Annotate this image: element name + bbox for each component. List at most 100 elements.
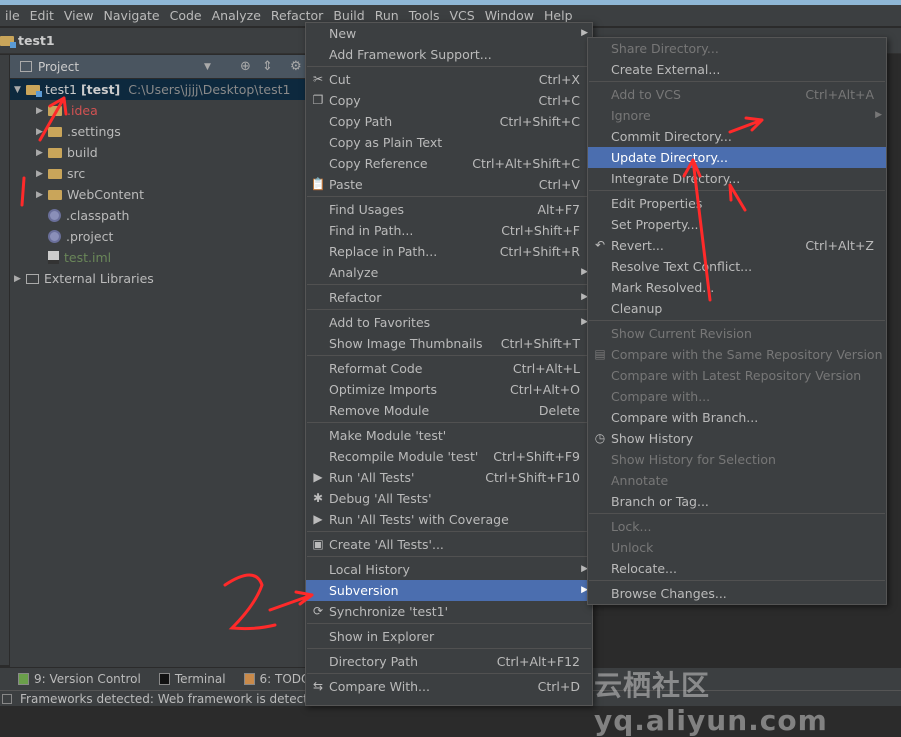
menu-item-recompile-module-test[interactable]: Recompile Module 'test' Ctrl+Shift+F9 <box>306 446 592 467</box>
tree-item[interactable]: ▶ .idea <box>10 100 305 121</box>
menu-ile[interactable]: ile <box>0 8 25 23</box>
status-message[interactable]: Frameworks detected: Web framework is de… <box>20 692 323 706</box>
menu-item-edit-properties[interactable]: Edit Properties <box>588 193 886 214</box>
menu-item-unlock[interactable]: Unlock <box>588 537 886 558</box>
menu-item-copy[interactable]: ❐ Copy Ctrl+C <box>306 90 592 111</box>
menu-item-commit-directory[interactable]: Commit Directory... <box>588 126 886 147</box>
menu-item-cut[interactable]: ✂ Cut Ctrl+X <box>306 69 592 90</box>
menu-item-update-directory[interactable]: Update Directory... <box>588 147 886 168</box>
tree-item[interactable]: ▶ External Libraries <box>10 268 305 289</box>
menu-analyze[interactable]: Analyze <box>207 8 266 23</box>
left-tool-strip[interactable] <box>0 55 10 665</box>
menu-item-refactor[interactable]: Refactor ▶ <box>306 287 592 308</box>
menu-item-show-history[interactable]: ◷ Show History <box>588 428 886 449</box>
menu-item-create-external[interactable]: Create External... <box>588 59 886 80</box>
menu-item-cleanup[interactable]: Cleanup <box>588 298 886 319</box>
tool-window-todo[interactable]: 6: TODO <box>243 672 310 686</box>
menu-item-add-to-vcs[interactable]: Add to VCS Ctrl+Alt+A <box>588 84 886 105</box>
menu-item-compare-with-latest-repository-version[interactable]: Compare with Latest Repository Version <box>588 365 886 386</box>
tool-window-terminal[interactable]: Terminal <box>158 672 226 686</box>
menu-item-integrate-directory[interactable]: Integrate Directory... <box>588 168 886 189</box>
menu-item-find-usages[interactable]: Find Usages Alt+F7 <box>306 199 592 220</box>
collapse-arrow-icon[interactable]: ▶ <box>36 169 48 179</box>
collapse-icon[interactable]: ⇕ <box>262 59 273 74</box>
breadcrumb-item[interactable]: test1 <box>18 33 55 48</box>
menu-item-lock[interactable]: Lock... <box>588 516 886 537</box>
menu-item-ignore[interactable]: Ignore ▶ <box>588 105 886 126</box>
menu-item-set-property[interactable]: Set Property... <box>588 214 886 235</box>
menu-item-local-history[interactable]: Local History ▶ <box>306 559 592 580</box>
menu-item-compare-with[interactable]: ⇆ Compare With... Ctrl+D <box>306 676 592 697</box>
tree-item[interactable]: ▶ build <box>10 142 305 163</box>
menu-tools[interactable]: Tools <box>404 8 445 23</box>
menu-item-find-in-path[interactable]: Find in Path... Ctrl+Shift+F <box>306 220 592 241</box>
tree-item[interactable]: ▶ .settings <box>10 121 305 142</box>
tree-item[interactable]: ▼ test1 [test] C:\Users\jjjj\Desktop\test1 <box>10 79 305 100</box>
gear-icon[interactable]: ⚙ <box>290 59 302 74</box>
menu-build[interactable]: Build <box>328 8 369 23</box>
collapse-arrow-icon[interactable]: ▶ <box>36 148 48 158</box>
tree-item[interactable]: ▶ src <box>10 163 305 184</box>
collapse-arrow-icon[interactable]: ▶ <box>14 274 26 284</box>
chevron-down-icon[interactable]: ▼ <box>204 62 211 72</box>
menu-item-directory-path[interactable]: Directory Path Ctrl+Alt+F12 <box>306 651 592 672</box>
menu-item-run-all-tests[interactable]: ▶ Run 'All Tests' Ctrl+Shift+F10 <box>306 467 592 488</box>
collapse-arrow-icon[interactable]: ▶ <box>36 106 48 116</box>
expand-arrow-icon[interactable]: ▼ <box>14 85 26 95</box>
menu-item-subversion[interactable]: Subversion ▶ <box>306 580 592 601</box>
menu-item-make-module-test[interactable]: Make Module 'test' <box>306 425 592 446</box>
menu-item-debug-all-tests[interactable]: ✱ Debug 'All Tests' <box>306 488 592 509</box>
tree-item[interactable]: .project <box>10 226 305 247</box>
menu-item-branch-or-tag[interactable]: Branch or Tag... <box>588 491 886 512</box>
menu-item-copy-path[interactable]: Copy Path Ctrl+Shift+C <box>306 111 592 132</box>
menu-item-share-directory[interactable]: Share Directory... <box>588 38 886 59</box>
menu-item-relocate[interactable]: Relocate... <box>588 558 886 579</box>
menu-item-replace-in-path[interactable]: Replace in Path... Ctrl+Shift+R <box>306 241 592 262</box>
menu-item-compare-with[interactable]: Compare with... <box>588 386 886 407</box>
menu-view[interactable]: View <box>59 8 99 23</box>
menu-item-annotate[interactable]: Annotate <box>588 470 886 491</box>
menu-item-show-history-for-selection[interactable]: Show History for Selection <box>588 449 886 470</box>
menu-item-show-in-explorer[interactable]: Show in Explorer <box>306 626 592 647</box>
menu-item-run-all-tests-with-coverage[interactable]: ▶ Run 'All Tests' with Coverage <box>306 509 592 530</box>
menu-navigate[interactable]: Navigate <box>99 8 165 23</box>
tree-item[interactable]: test.iml <box>10 247 305 268</box>
menu-run[interactable]: Run <box>370 8 404 23</box>
tree-item[interactable]: ▶ WebContent <box>10 184 305 205</box>
menu-item-mark-resolved[interactable]: Mark Resolved... <box>588 277 886 298</box>
analyze-label: Analyze <box>329 265 379 280</box>
menu-vcs[interactable]: VCS <box>444 8 479 23</box>
menu-item-synchronize-test1[interactable]: ⟳ Synchronize 'test1' <box>306 601 592 622</box>
tree-item[interactable]: .classpath <box>10 205 305 226</box>
menu-item-compare-with-the-same-repository-version[interactable]: ▤ Compare with the Same Repository Versio… <box>588 344 886 365</box>
menu-item-remove-module[interactable]: Remove Module Delete <box>306 400 592 421</box>
menu-window[interactable]: Window <box>480 8 539 23</box>
menu-item-add-framework-support[interactable]: Add Framework Support... <box>306 44 592 65</box>
menu-item-analyze[interactable]: Analyze ▶ <box>306 262 592 283</box>
menu-item-show-image-thumbnails[interactable]: Show Image Thumbnails Ctrl+Shift+T <box>306 333 592 354</box>
collapse-arrow-icon[interactable]: ▶ <box>36 127 48 137</box>
menu-item-paste[interactable]: 📋 Paste Ctrl+V <box>306 174 592 195</box>
menu-item-new[interactable]: New ▶ <box>306 23 592 44</box>
menu-item-revert[interactable]: ↶ Revert... Ctrl+Alt+Z <box>588 235 886 256</box>
menu-edit[interactable]: Edit <box>25 8 59 23</box>
menu-item-show-current-revision[interactable]: Show Current Revision <box>588 323 886 344</box>
tool-window-version-control[interactable]: 9: Version Control <box>18 672 141 686</box>
menu-item-optimize-imports[interactable]: Optimize Imports Ctrl+Alt+O <box>306 379 592 400</box>
menu-item-resolve-text-conflict[interactable]: Resolve Text Conflict... <box>588 256 886 277</box>
menu-item-browse-changes[interactable]: Browse Changes... <box>588 583 886 604</box>
locate-icon[interactable]: ⊕ <box>240 59 251 74</box>
menu-item-create-all-tests[interactable]: ▣ Create 'All Tests'... <box>306 534 592 555</box>
menu-code[interactable]: Code <box>165 8 207 23</box>
menu-item-add-to-favorites[interactable]: Add to Favorites ▶ <box>306 312 592 333</box>
menu-help[interactable]: Help <box>539 8 578 23</box>
menu-item-reformat-code[interactable]: Reformat Code Ctrl+Alt+L <box>306 358 592 379</box>
menu-refactor[interactable]: Refactor <box>266 8 328 23</box>
menu-item-compare-with-branch[interactable]: Compare with Branch... <box>588 407 886 428</box>
menu-item-copy-as-plain-text[interactable]: Copy as Plain Text <box>306 132 592 153</box>
optimize-imports-label: Optimize Imports <box>329 382 438 397</box>
collapse-arrow-icon[interactable]: ▶ <box>36 190 48 200</box>
project-view-selector[interactable]: Project <box>38 60 79 74</box>
status-toggle-icon[interactable] <box>2 693 12 704</box>
menu-item-copy-reference[interactable]: Copy Reference Ctrl+Alt+Shift+C <box>306 153 592 174</box>
